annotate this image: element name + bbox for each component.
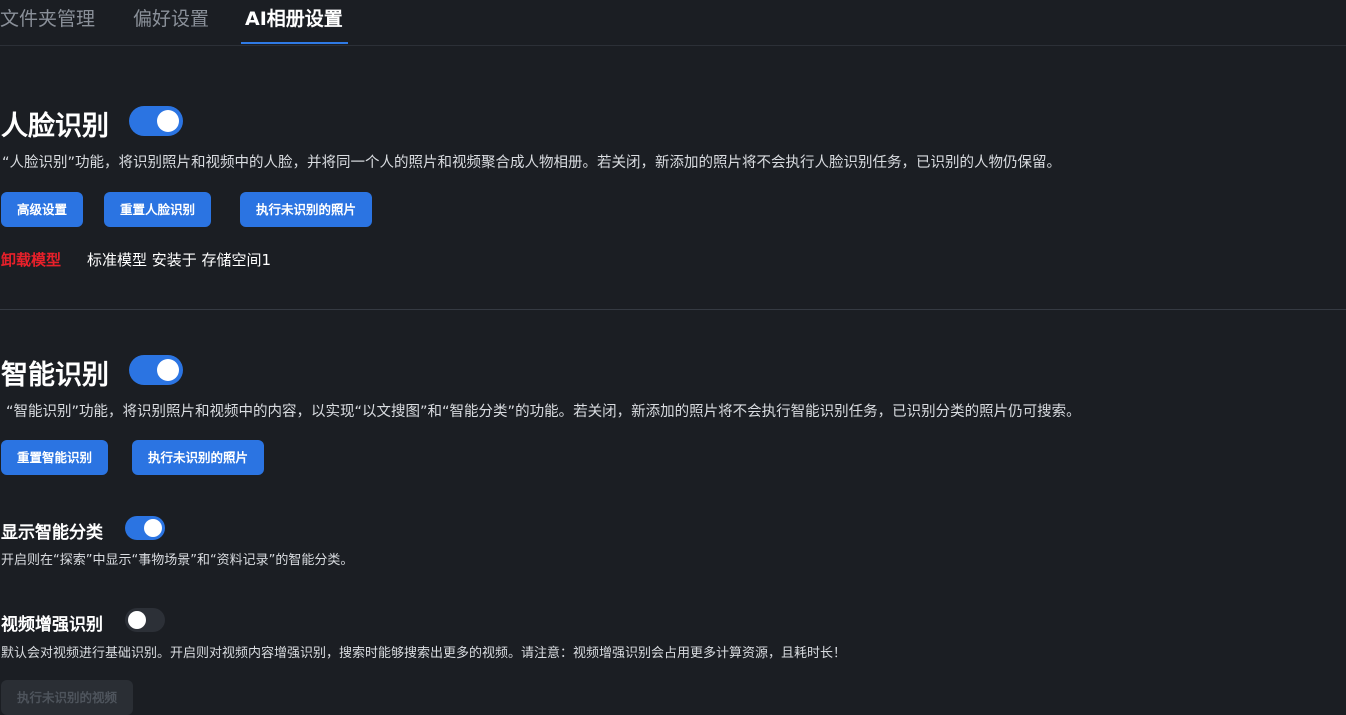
reset-face-recognition-button[interactable]: 重置人脸识别 [104,192,212,227]
smart-recognition-toggle[interactable] [129,355,183,385]
toggle-knob [157,359,179,381]
run-unrecognized-photos-button[interactable]: 执行未识别的照片 [240,192,373,227]
show-smart-category-title: 显示智能分类 [1,523,103,543]
tab-folder-management[interactable]: 文件夹管理 [0,4,95,31]
tab-preferences[interactable]: 偏好设置 [133,4,209,31]
show-smart-category-toggle[interactable] [125,516,165,540]
uninstall-model-link[interactable]: 卸载模型 [1,249,61,270]
toggle-knob [157,110,179,132]
video-enhance-title: 视频增强识别 [1,615,103,635]
section-divider [0,309,1346,310]
model-info: 标准模型 安装于 存储空间1 [87,251,272,269]
smart-recognition-description: “智能识别”功能，将识别照片和视频中的内容，以实现“以文搜图”和“智能分类”的功… [6,404,1081,420]
video-enhance-toggle[interactable] [125,608,165,632]
video-enhance-description: 默认会对视频进行基础识别。开启则对视频内容增强识别，搜索时能够搜索出更多的视频。… [1,646,847,661]
face-recognition-title: 人脸识别 [1,111,109,142]
settings-tab-bar: 文件夹管理 偏好设置 AI相册设置 [0,0,1346,46]
run-unrecognized-videos-button[interactable]: 执行未识别的视频 [1,680,134,715]
face-recognition-description: “人脸识别”功能，将识别照片和视频中的人脸，并将同一个人的照片和视频聚合成人物相… [2,155,1062,171]
reset-smart-recognition-button[interactable]: 重置智能识别 [1,440,109,475]
face-recognition-toggle[interactable] [129,106,183,136]
active-tab-indicator [241,42,348,44]
tab-ai-album-settings[interactable]: AI相册设置 [245,4,343,31]
toggle-knob [144,519,162,537]
toggle-knob [128,611,146,629]
show-smart-category-description: 开启则在“探索”中显示“事物场景”和“资料记录”的智能分类。 [1,553,354,568]
run-unrecognized-photos-button-smart[interactable]: 执行未识别的照片 [132,440,265,475]
smart-recognition-title: 智能识别 [1,360,109,391]
advanced-settings-button[interactable]: 高级设置 [1,192,84,227]
